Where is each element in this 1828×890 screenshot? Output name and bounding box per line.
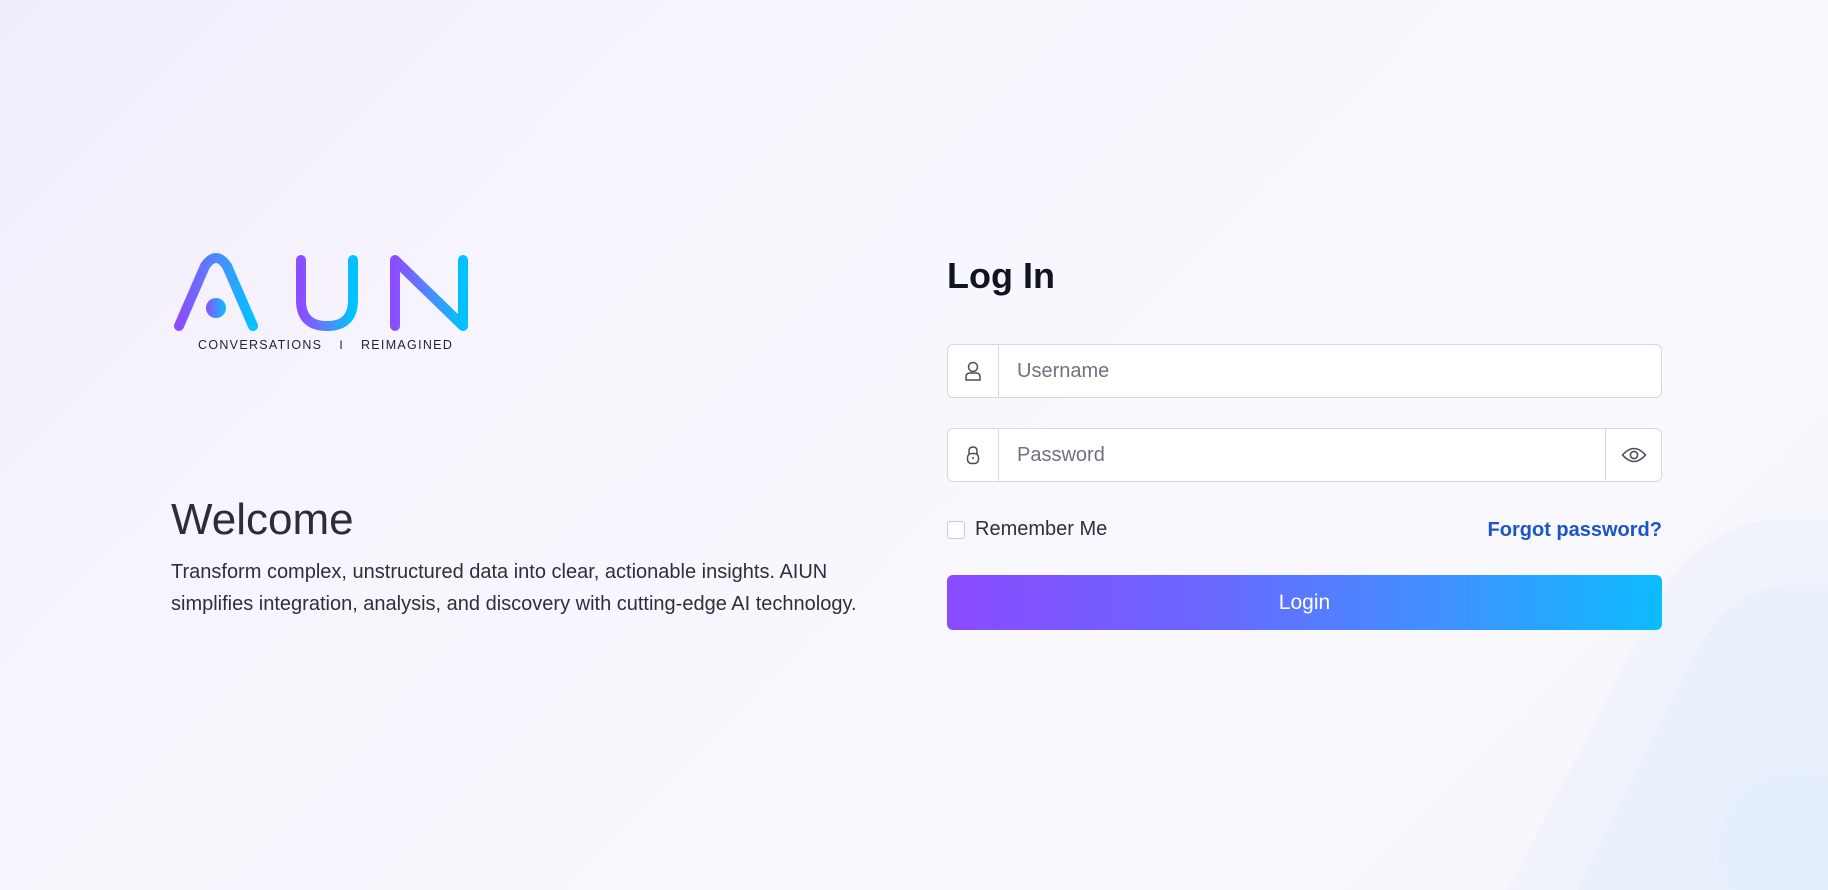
password-input[interactable] xyxy=(999,429,1605,481)
tagline: CONVERSATIONS I REIMAGINED xyxy=(198,338,871,352)
login-button[interactable]: Login xyxy=(947,575,1662,630)
forgot-password-link[interactable]: Forgot password? xyxy=(1488,519,1662,542)
welcome-description: Transform complex, unstructured data int… xyxy=(171,561,857,615)
username-field xyxy=(947,344,1662,398)
user-icon xyxy=(948,345,999,397)
form-options: Remember Me Forgot password? xyxy=(947,517,1662,542)
remember-me-checkbox[interactable] xyxy=(947,520,965,539)
brand-block: CONVERSATIONS I REIMAGINED xyxy=(171,252,871,352)
eye-icon[interactable] xyxy=(1605,429,1661,481)
welcome-heading: Welcome xyxy=(171,495,354,544)
remember-me[interactable]: Remember Me xyxy=(947,518,1107,541)
tagline-separator: I xyxy=(339,338,344,352)
password-field xyxy=(947,428,1662,482)
lock-icon xyxy=(948,429,999,481)
aiun-logo xyxy=(174,253,468,331)
username-input[interactable] xyxy=(999,345,1661,397)
remember-me-label: Remember Me xyxy=(975,518,1108,540)
login-title: Log In xyxy=(947,255,1055,296)
tagline-left: CONVERSATIONS xyxy=(198,338,323,352)
login-form: Log In Remember Me xyxy=(947,255,1662,630)
background-decoration xyxy=(1468,490,1828,890)
tagline-right: REIMAGINED xyxy=(360,338,454,352)
